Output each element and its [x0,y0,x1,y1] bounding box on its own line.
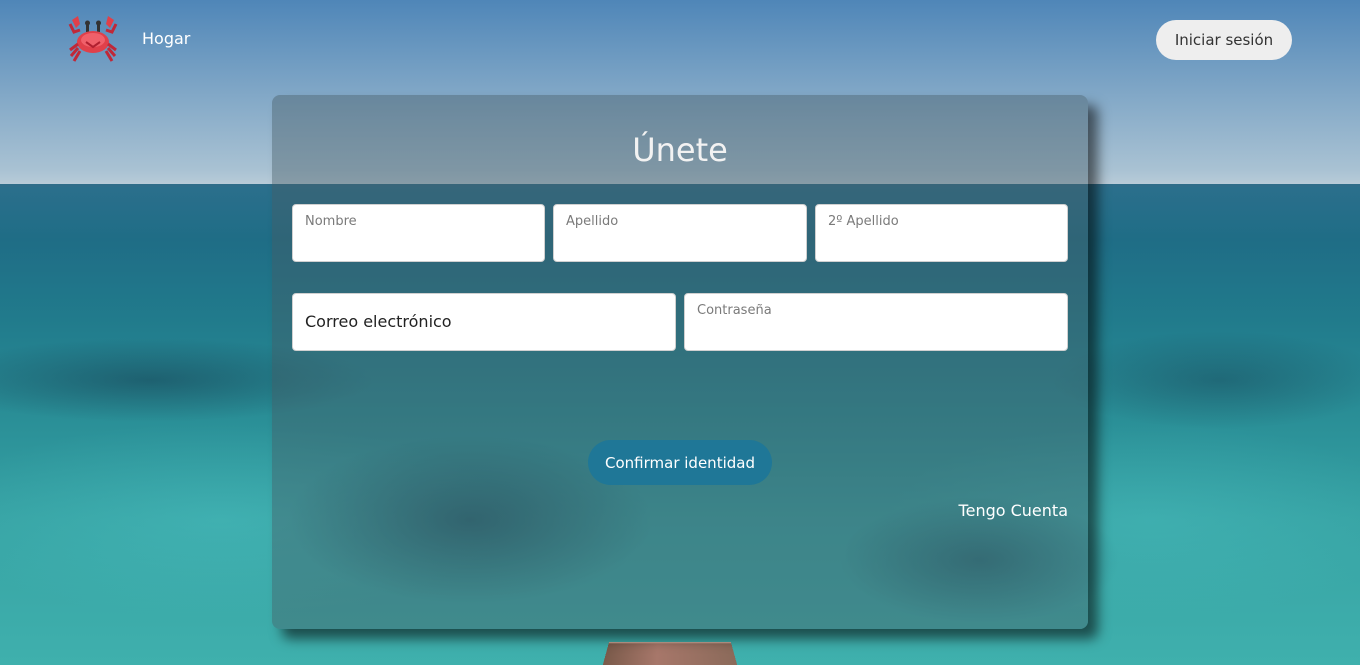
password-label: Contraseña [697,303,772,318]
page-title: Únete [632,131,728,169]
email-value: Correo electrónico [305,312,452,331]
password-field[interactable]: Contraseña [684,293,1068,351]
crab-icon[interactable] [66,14,120,66]
email-field[interactable]: Correo electrónico [292,293,676,351]
last-name-field[interactable]: Apellido [553,204,807,262]
login-button[interactable]: Iniciar sesión [1156,20,1292,60]
first-name-label: Nombre [305,214,357,229]
have-account-link[interactable]: Tengo Cuenta [959,501,1068,520]
top-navbar: Hogar Iniciar sesión [0,0,1360,80]
second-last-name-label: 2º Apellido [828,214,899,229]
first-name-field[interactable]: Nombre [292,204,545,262]
confirm-identity-button[interactable]: Confirmar identidad [588,440,772,485]
pier-edge [600,641,740,665]
last-name-label: Apellido [566,214,619,229]
home-link[interactable]: Hogar [142,29,190,48]
signup-card: Únete Nombre Apellido 2º Apellido Correo… [272,95,1088,629]
second-last-name-field[interactable]: 2º Apellido [815,204,1068,262]
